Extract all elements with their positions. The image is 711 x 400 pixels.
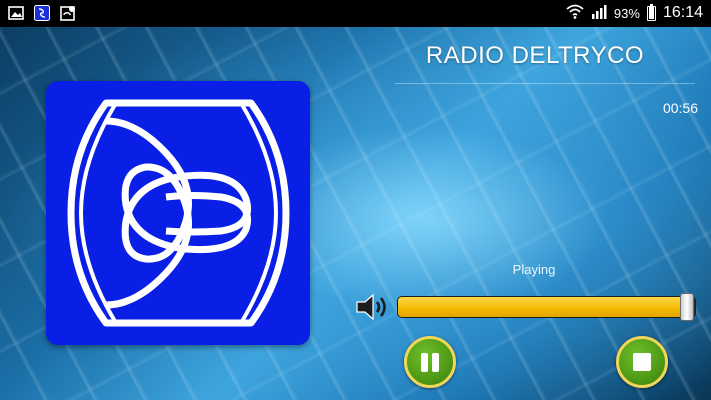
elapsed-time: 00:56: [662, 100, 698, 116]
volume-fill: [398, 297, 687, 317]
status-bar: 93% 16:14: [0, 0, 711, 27]
speaker-icon[interactable]: [354, 292, 392, 322]
volume-slider[interactable]: [397, 293, 696, 321]
stop-icon: [633, 353, 651, 371]
image-notification-icon: [8, 5, 24, 21]
clock: 16:14: [662, 4, 703, 21]
volume-handle[interactable]: [680, 293, 695, 321]
station-title: RADIO DELTRYCO: [425, 42, 645, 69]
playback-status: Playing: [512, 262, 556, 277]
system-status-icons: 93% 16:14: [566, 3, 703, 22]
notification-icons: [8, 5, 76, 21]
title-divider: [395, 83, 695, 84]
stop-button[interactable]: [616, 336, 668, 388]
signal-icon: [591, 4, 607, 22]
pause-button[interactable]: [404, 336, 456, 388]
map-notification-icon: [60, 5, 76, 21]
station-logo: [46, 81, 310, 345]
volume-track[interactable]: [397, 296, 696, 318]
app-notification-icon: [34, 5, 50, 21]
wifi-icon: [566, 4, 584, 22]
battery-icon: [646, 3, 656, 21]
battery-percent: 93%: [613, 5, 640, 21]
